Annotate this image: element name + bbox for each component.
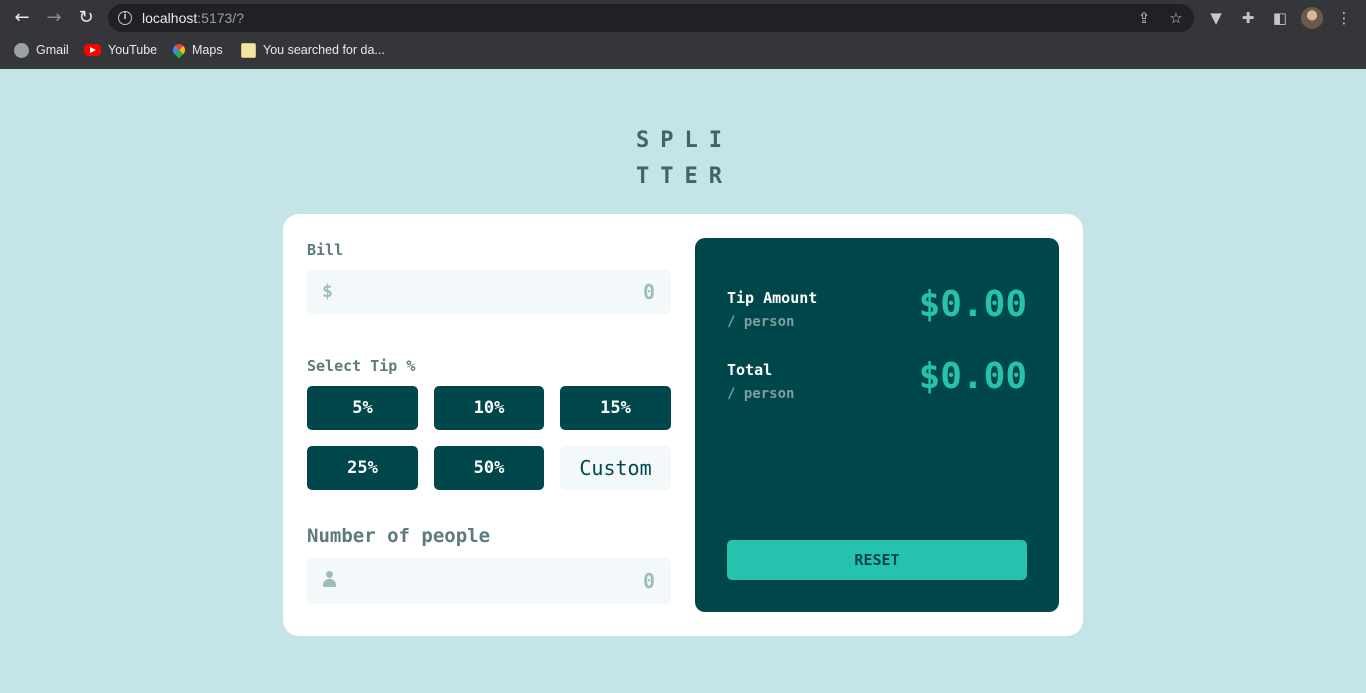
- bill-value: 0: [642, 280, 655, 304]
- bookmark-star-icon[interactable]: ☆: [1166, 8, 1186, 28]
- globe-icon: [14, 42, 29, 58]
- maps-icon: [170, 41, 188, 59]
- people-value: 0: [642, 569, 655, 593]
- address-url[interactable]: localhost:5173/?: [142, 10, 244, 26]
- extensions-icon[interactable]: ✚: [1237, 7, 1259, 29]
- reload-icon[interactable]: ↻: [74, 6, 98, 30]
- address-bar[interactable]: i localhost:5173/? ⇪ ☆: [108, 4, 1194, 32]
- bookmark-label: Gmail: [36, 43, 69, 57]
- tip-per-person-label: / person: [727, 314, 795, 330]
- bookmark-label: YouTube: [108, 43, 158, 57]
- people-input[interactable]: 0: [307, 558, 671, 604]
- reset-button[interactable]: RESET: [727, 540, 1027, 580]
- bookmark-gmail[interactable]: Gmail: [14, 40, 69, 60]
- profile-avatar[interactable]: [1301, 7, 1323, 29]
- vue-devtools-icon[interactable]: ▼: [1205, 7, 1227, 29]
- tip-button-25[interactable]: 25%: [307, 446, 418, 490]
- browser-chrome: ← → ↻ i localhost:5173/? ⇪ ☆ ▼ ✚ ◧ ⋮ Gma…: [0, 0, 1366, 69]
- tip-button-15[interactable]: 15%: [560, 386, 671, 430]
- bookmark-label: Maps: [192, 43, 223, 57]
- logo-line-2: TTER: [636, 164, 733, 189]
- tip-amount-value: $0.00: [918, 284, 1027, 325]
- page-icon: [241, 42, 256, 58]
- tip-amount-label: Tip Amount: [727, 289, 818, 307]
- logo-line-1: SPLI: [636, 128, 733, 153]
- select-tip-label: Select Tip %: [307, 357, 416, 375]
- bookmark-search[interactable]: You searched for da...: [241, 40, 385, 60]
- menu-kebab-icon[interactable]: ⋮: [1333, 7, 1355, 29]
- tip-button-10[interactable]: 10%: [434, 386, 544, 430]
- forward-icon[interactable]: →: [42, 6, 66, 30]
- total-label: Total: [727, 361, 773, 379]
- splitter-logo: SPLI TTER: [636, 123, 736, 195]
- site-info-icon[interactable]: i: [118, 11, 132, 25]
- bookmarks-bar: Gmail YouTube Maps You searched for da..…: [0, 36, 1366, 64]
- person-icon: [323, 571, 336, 587]
- custom-tip-input[interactable]: Custom: [560, 446, 671, 490]
- result-panel: Tip Amount / person $0.00 Total / person…: [695, 238, 1059, 612]
- total-value: $0.00: [918, 356, 1027, 397]
- bill-input[interactable]: $ 0: [307, 270, 671, 314]
- share-icon[interactable]: ⇪: [1134, 8, 1154, 28]
- side-panel-icon[interactable]: ◧: [1269, 7, 1291, 29]
- bookmark-label: You searched for da...: [263, 43, 385, 57]
- browser-toolbar: ← → ↻ i localhost:5173/? ⇪ ☆ ▼ ✚ ◧ ⋮: [0, 0, 1366, 36]
- back-icon[interactable]: ←: [10, 6, 34, 30]
- bill-label: Bill: [307, 241, 344, 259]
- bookmark-youtube[interactable]: YouTube: [84, 40, 157, 60]
- dollar-icon: $: [322, 281, 333, 302]
- tip-button-5[interactable]: 5%: [307, 386, 418, 430]
- bookmark-maps[interactable]: Maps: [170, 40, 223, 60]
- tip-button-50[interactable]: 50%: [434, 446, 544, 490]
- youtube-icon: [84, 44, 101, 56]
- total-per-person-label: / person: [727, 386, 795, 402]
- people-label: Number of people: [307, 525, 491, 547]
